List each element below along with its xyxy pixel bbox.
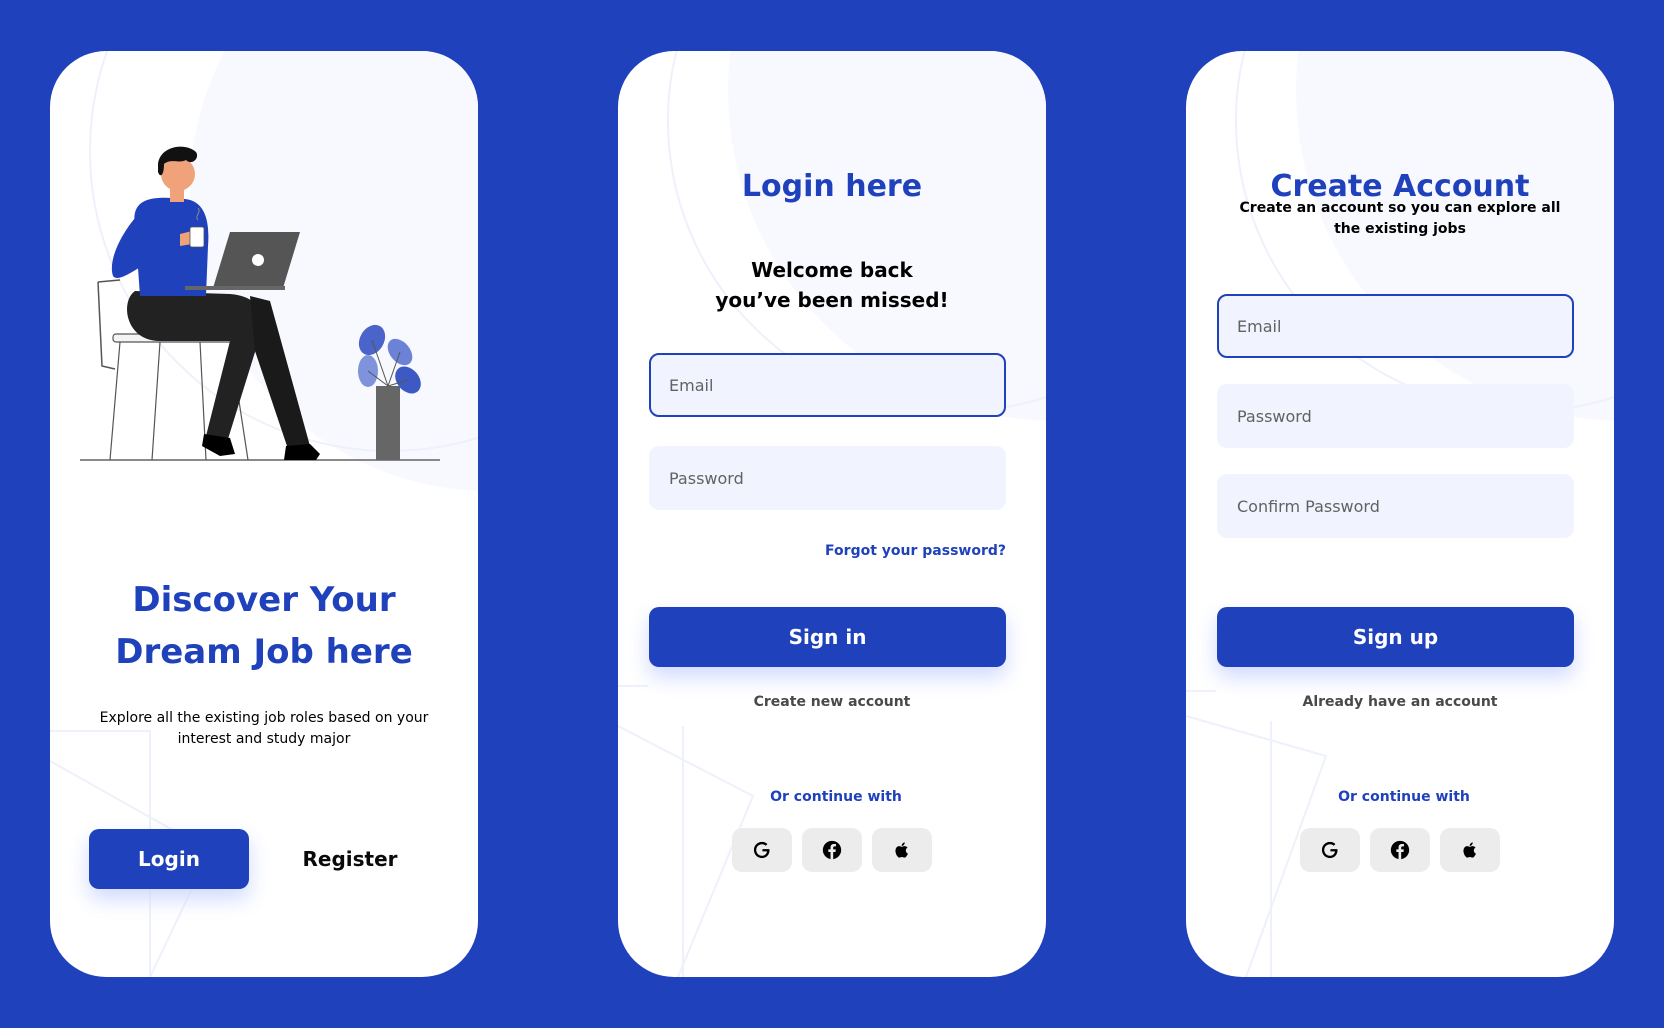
- already-have-account-link[interactable]: Already have an account: [1186, 694, 1614, 710]
- facebook-icon: [1390, 840, 1410, 860]
- continue-with-label: Or continue with: [770, 789, 902, 805]
- create-account-subtitle: Create an account so you can explore all…: [1239, 200, 1561, 237]
- password-input[interactable]: [649, 446, 1006, 510]
- register-button[interactable]: Register: [270, 829, 430, 889]
- facebook-login-button[interactable]: [1370, 828, 1430, 872]
- forgot-password-link[interactable]: Forgot your password?: [825, 543, 1006, 559]
- person-with-laptop-illustration: [80, 146, 440, 461]
- google-icon: [1321, 841, 1338, 859]
- sign-up-button[interactable]: Sign up: [1217, 607, 1574, 667]
- login-button[interactable]: Login: [89, 829, 249, 889]
- login-screen: Login here Welcome back you’ve been miss…: [618, 51, 1046, 977]
- confirm-password-input[interactable]: [1217, 474, 1574, 538]
- welcome-description: Explore all the existing job roles based…: [99, 710, 429, 747]
- welcome-title-line2: Dream Job here: [115, 632, 413, 672]
- continue-with-label: Or continue with: [1338, 789, 1470, 805]
- welcome-title: Discover Your Dream Job here: [50, 574, 478, 678]
- social-login-group: [732, 828, 932, 872]
- apple-icon: [895, 842, 908, 858]
- create-account-screen: Create Account Create an account so you …: [1186, 51, 1614, 977]
- facebook-icon: [822, 840, 842, 860]
- welcome-title-line1: Discover Your: [132, 580, 396, 620]
- create-account-link[interactable]: Create new account: [618, 694, 1046, 710]
- google-icon: [753, 841, 770, 859]
- welcome-screen: Discover Your Dream Job here Explore all…: [50, 51, 478, 977]
- password-input[interactable]: [1217, 384, 1574, 448]
- google-login-button[interactable]: [1300, 828, 1360, 872]
- login-subtitle: Welcome back you’ve been missed!: [715, 258, 949, 312]
- email-input[interactable]: [649, 353, 1006, 417]
- apple-icon: [1463, 842, 1476, 858]
- sign-in-button[interactable]: Sign in: [649, 607, 1006, 667]
- apple-login-button[interactable]: [872, 828, 932, 872]
- login-title: Login here: [741, 169, 923, 204]
- social-login-group: [1300, 828, 1500, 872]
- email-input[interactable]: [1217, 294, 1574, 358]
- apple-login-button[interactable]: [1440, 828, 1500, 872]
- facebook-login-button[interactable]: [802, 828, 862, 872]
- google-login-button[interactable]: [732, 828, 792, 872]
